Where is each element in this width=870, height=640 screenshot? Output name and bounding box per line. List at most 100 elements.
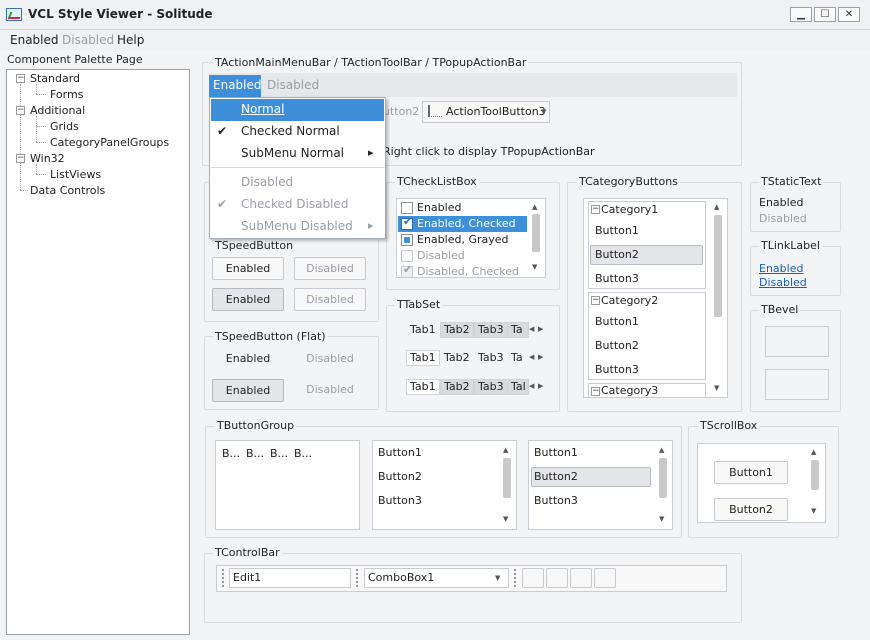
- close-button[interactable]: ✕: [838, 7, 860, 22]
- scroll-down-icon[interactable]: ▼: [659, 515, 664, 523]
- scrollbox-button2[interactable]: Button2: [714, 498, 788, 521]
- compact-button[interactable]: B...: [270, 447, 288, 460]
- tab-scroll-right-icon[interactable]: ▶: [538, 382, 543, 390]
- tree-item-grids[interactable]: Grids: [50, 120, 79, 133]
- flat-disabled-button[interactable]: Disabled: [294, 348, 366, 371]
- collapse-icon[interactable]: −: [591, 205, 600, 214]
- maximize-button[interactable]: ☐: [814, 7, 836, 22]
- scroll-up-icon[interactable]: ▲: [503, 446, 508, 454]
- category-button[interactable]: Button3: [595, 363, 639, 376]
- category-header[interactable]: Category2: [601, 294, 658, 307]
- chevron-down-icon[interactable]: ▼: [495, 574, 500, 582]
- tree-item-win32[interactable]: Win32: [30, 152, 65, 165]
- scrollbar-thumb[interactable]: [532, 214, 540, 252]
- scrollbox-button1[interactable]: Button1: [714, 461, 788, 484]
- tab[interactable]: Tab1: [406, 379, 440, 395]
- toolbar-button[interactable]: [522, 568, 544, 588]
- tab[interactable]: Ta: [507, 322, 529, 338]
- tree-expander-icon[interactable]: −: [16, 106, 25, 115]
- menu-enabled[interactable]: Enabled: [10, 33, 59, 47]
- tab[interactable]: Tab2: [440, 350, 474, 366]
- list-button[interactable]: Button3: [378, 494, 422, 507]
- collapse-icon[interactable]: −: [591, 296, 600, 305]
- speed-disabled-down-button[interactable]: Disabled: [294, 288, 366, 311]
- tab[interactable]: Tab3: [474, 322, 508, 338]
- tab[interactable]: Tab2: [440, 322, 474, 338]
- tab[interactable]: Tab1: [406, 350, 440, 366]
- grip-icon[interactable]: [222, 569, 224, 587]
- menu-help[interactable]: Help: [117, 33, 144, 47]
- tab[interactable]: Ta: [507, 350, 529, 366]
- compact-button[interactable]: B...: [246, 447, 264, 460]
- scroll-up-icon[interactable]: ▲: [532, 203, 537, 211]
- category-button[interactable]: Button1: [595, 224, 639, 237]
- grip-icon[interactable]: [356, 569, 358, 587]
- category-button[interactable]: Button1: [595, 315, 639, 328]
- scroll-down-icon[interactable]: ▼: [714, 384, 719, 392]
- toolbar-button[interactable]: [594, 568, 616, 588]
- tab[interactable]: Tab1: [406, 322, 440, 338]
- tab-scroll-right-icon[interactable]: ▶: [538, 353, 543, 361]
- tab[interactable]: Tab3: [474, 350, 508, 366]
- scrollbar-thumb[interactable]: [659, 458, 667, 498]
- flat-enabled-button[interactable]: Enabled: [212, 348, 284, 371]
- checklist-item[interactable]: Enabled: [417, 201, 461, 214]
- scrollbar-thumb[interactable]: [811, 460, 819, 490]
- tab[interactable]: Tab2: [440, 379, 474, 395]
- scrollbar-thumb[interactable]: [714, 215, 722, 317]
- checklist-item[interactable]: Enabled, Grayed: [417, 233, 509, 246]
- tree-expander-icon[interactable]: −: [16, 154, 25, 163]
- category-header[interactable]: Category3: [601, 384, 658, 397]
- action-menu-disabled[interactable]: Disabled: [267, 78, 319, 92]
- category-button[interactable]: Button3: [595, 272, 639, 285]
- minimize-button[interactable]: ▁: [790, 7, 812, 22]
- speed-enabled-down-button[interactable]: Enabled: [212, 288, 284, 311]
- tab[interactable]: Tal: [507, 379, 529, 395]
- tab[interactable]: Tab3: [474, 379, 508, 395]
- toolbar-button[interactable]: [546, 568, 568, 588]
- tab-scroll-right-icon[interactable]: ▶: [538, 325, 543, 333]
- tab-scroll-left-icon[interactable]: ◀: [529, 382, 534, 390]
- list-button[interactable]: Button2: [378, 470, 422, 483]
- link-disabled[interactable]: Disabled: [759, 276, 807, 289]
- scrollbar-thumb[interactable]: [503, 458, 511, 498]
- category-header[interactable]: Category1: [601, 203, 658, 216]
- category-button[interactable]: Button2: [595, 339, 639, 352]
- menu-item-normal[interactable]: Normal: [241, 102, 284, 116]
- list-button[interactable]: Button3: [534, 494, 578, 507]
- tab-scroll-left-icon[interactable]: ◀: [529, 353, 534, 361]
- compact-button[interactable]: B...: [294, 447, 312, 460]
- grip-icon[interactable]: [514, 569, 516, 587]
- tree-expander-icon[interactable]: −: [16, 74, 25, 83]
- tree-item-additional[interactable]: Additional: [30, 104, 85, 117]
- menu-disabled[interactable]: Disabled: [62, 33, 114, 47]
- scroll-up-icon[interactable]: ▲: [811, 448, 816, 456]
- menu-item-submenu-normal[interactable]: SubMenu Normal: [241, 146, 344, 160]
- collapse-icon[interactable]: −: [591, 387, 600, 396]
- speed-disabled-button[interactable]: Disabled: [294, 257, 366, 280]
- tree-item-listviews[interactable]: ListViews: [50, 168, 101, 181]
- tree-item-standard[interactable]: Standard: [30, 72, 80, 85]
- compact-button[interactable]: B...: [222, 447, 240, 460]
- flat-disabled-down-button[interactable]: Disabled: [294, 379, 366, 402]
- speed-enabled-button[interactable]: Enabled: [212, 257, 284, 280]
- list-button[interactable]: Button1: [534, 446, 578, 459]
- scroll-down-icon[interactable]: ▼: [532, 263, 537, 271]
- toolbar-button[interactable]: [570, 568, 592, 588]
- link-enabled[interactable]: Enabled: [759, 262, 803, 275]
- scroll-up-icon[interactable]: ▲: [714, 203, 719, 211]
- checkbox[interactable]: [401, 202, 413, 214]
- tab-scroll-left-icon[interactable]: ◀: [529, 325, 534, 333]
- action-tool-button2[interactable]: utton2: [383, 105, 419, 118]
- action-menu-enabled[interactable]: Enabled: [209, 75, 262, 97]
- scroll-up-icon[interactable]: ▲: [659, 446, 664, 454]
- tree-item-categorypanelgroups[interactable]: CategoryPanelGroups: [50, 136, 169, 149]
- scroll-down-icon[interactable]: ▼: [811, 507, 816, 515]
- checklist-item[interactable]: Enabled, Checked: [417, 217, 516, 230]
- menu-item-checked-normal[interactable]: Checked Normal: [241, 124, 340, 138]
- list-button[interactable]: Button1: [378, 446, 422, 459]
- flat-enabled-down-button[interactable]: Enabled: [212, 379, 284, 402]
- scroll-down-icon[interactable]: ▼: [503, 515, 508, 523]
- tree-item-forms[interactable]: Forms: [50, 88, 83, 101]
- tree-item-data-controls[interactable]: Data Controls: [30, 184, 105, 197]
